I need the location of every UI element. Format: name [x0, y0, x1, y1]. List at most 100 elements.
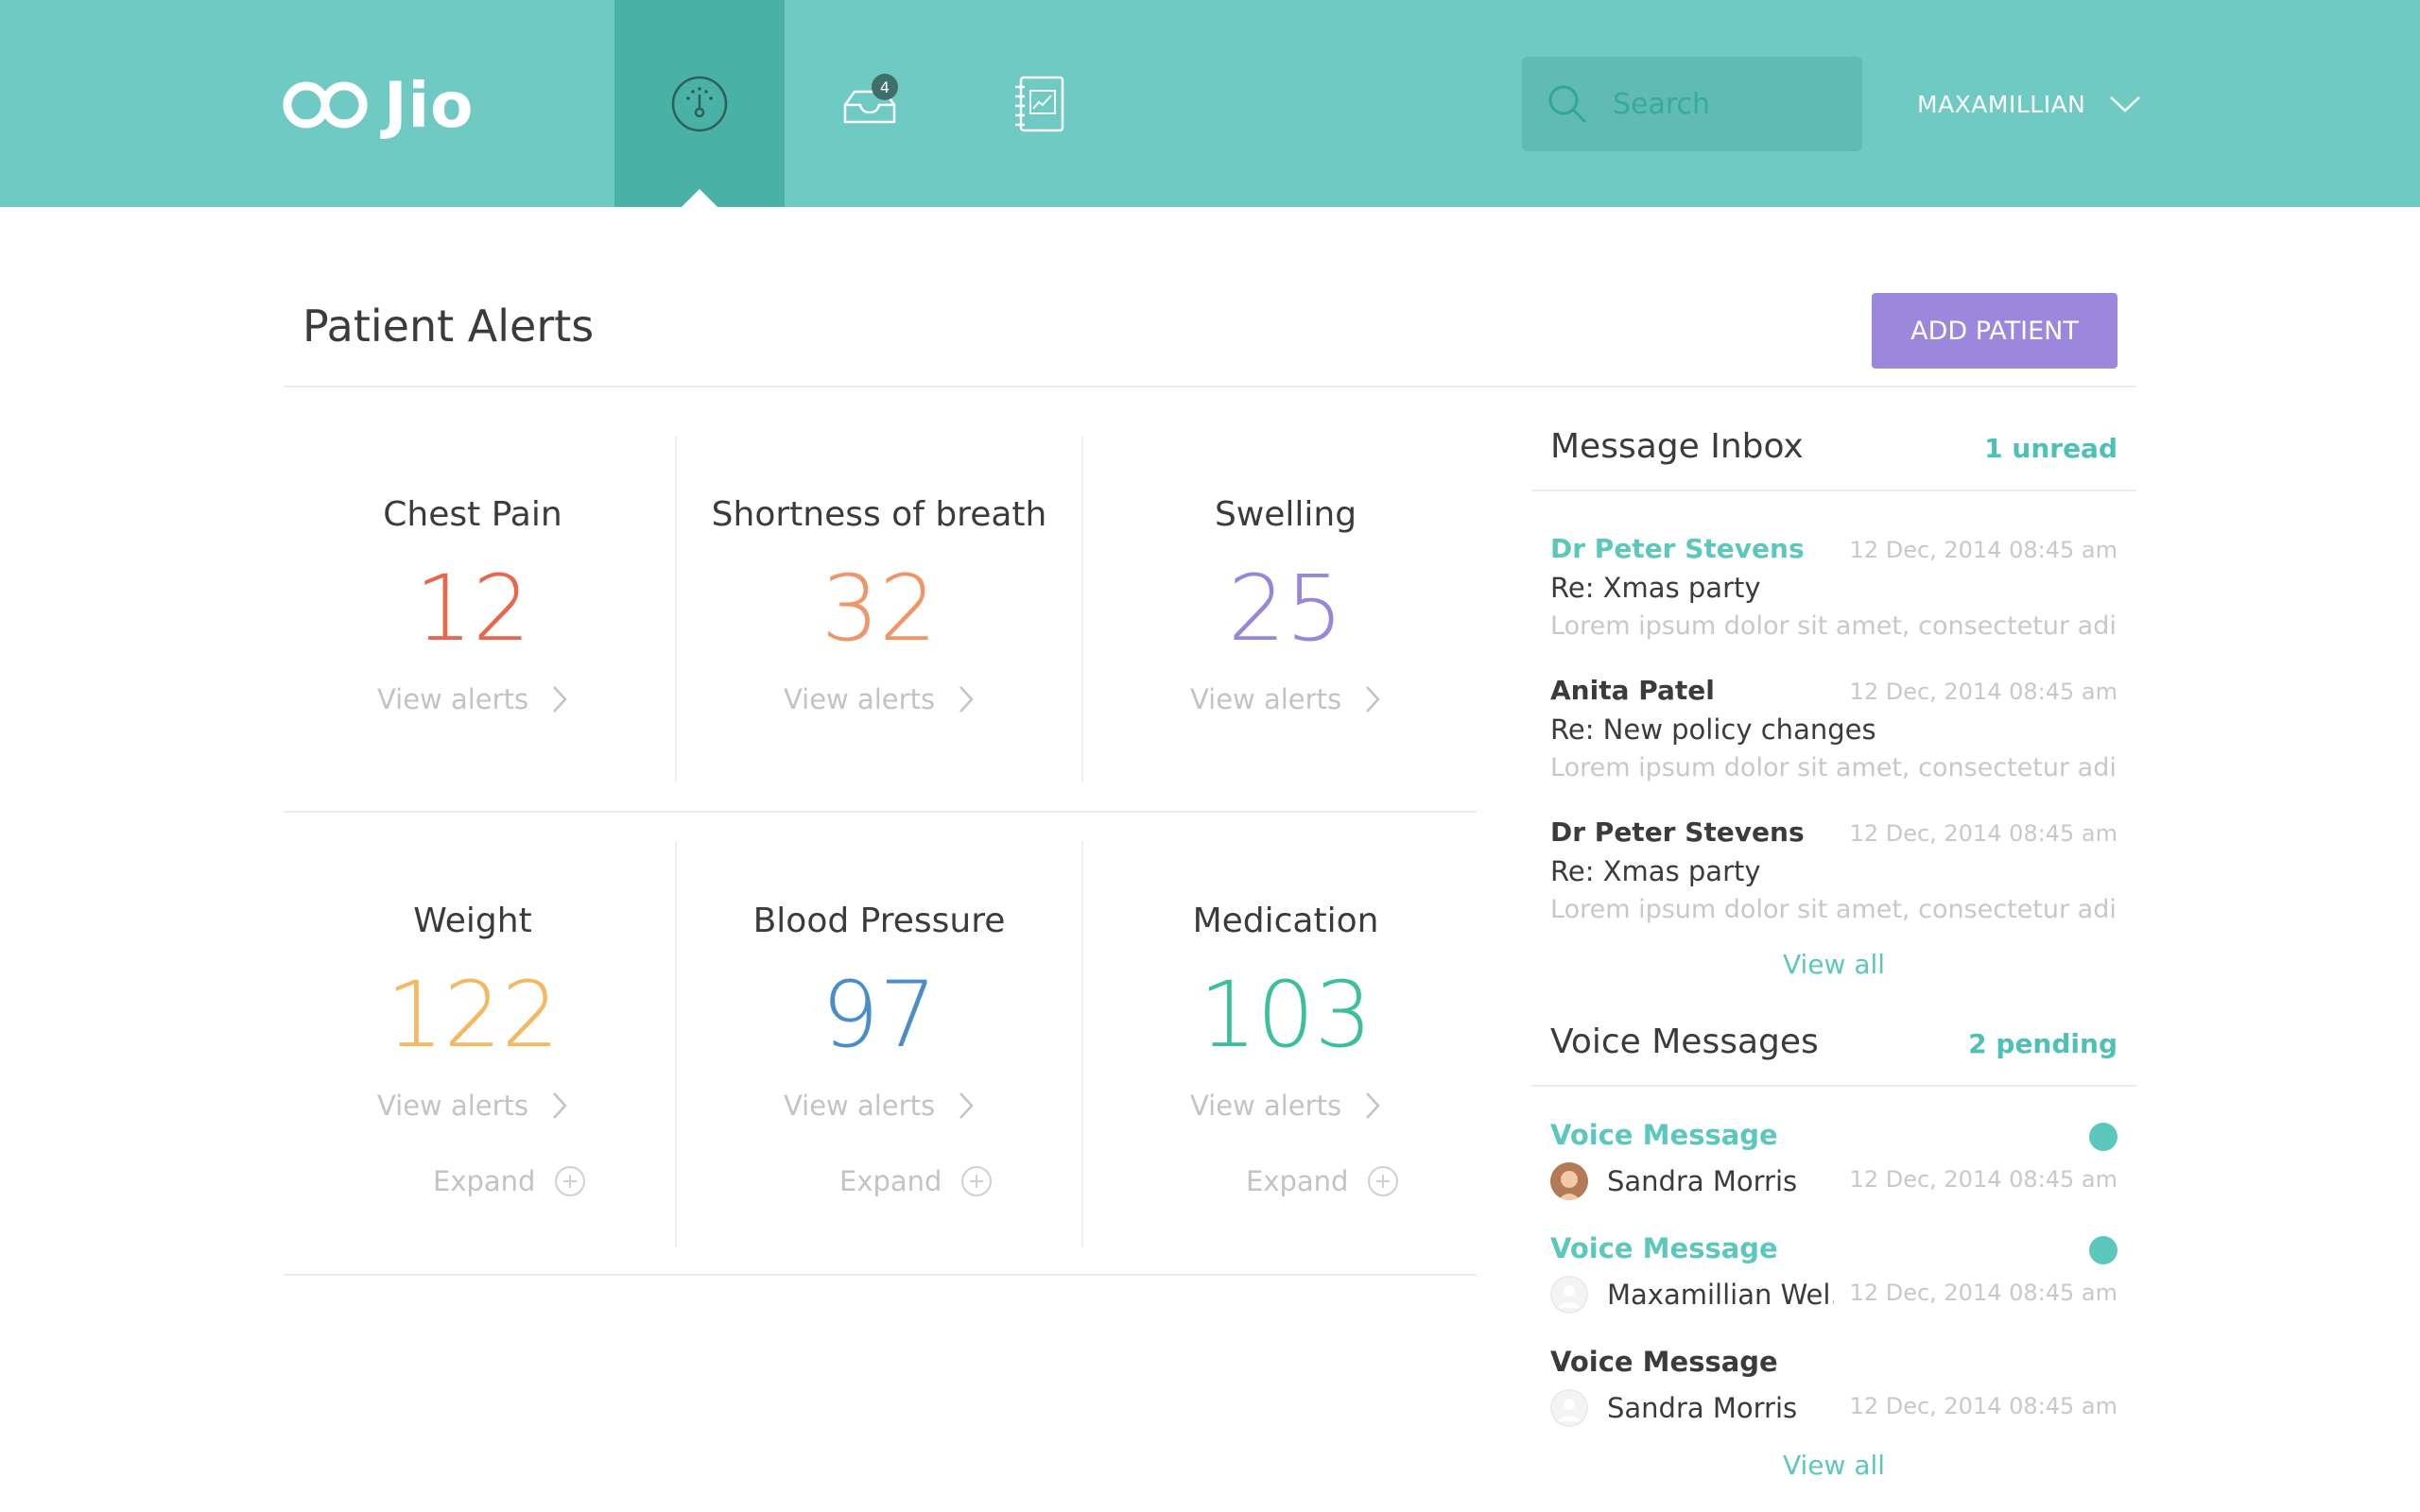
expand-button[interactable]: Expand [1246, 1160, 1399, 1202]
message-preview: Lorem ipsum dolor sit amet, consectetur … [1550, 753, 2118, 782]
search-icon [1548, 85, 1587, 124]
plus-circle-icon [555, 1166, 586, 1196]
view-alerts-link[interactable]: View alerts [676, 1085, 1082, 1126]
view-alerts-label: View alerts [783, 683, 936, 715]
nav-dashboard[interactable] [614, 0, 785, 208]
alert-card-weight: Weight 122 View alerts [269, 898, 676, 1126]
page-title: Patient Alerts [302, 301, 595, 352]
avatar-placeholder-icon [1550, 1389, 1588, 1427]
plus-circle-icon [1368, 1166, 1399, 1196]
top-navigation-bar: Jio 4 Search MAXAMILLIAN [0, 0, 2420, 208]
voice-message-item[interactable]: Voice Message Sandra Morris 12 Dec, 2014… [1550, 1346, 2118, 1440]
alert-card-shortness-of-breath: Shortness of breath 32 View alerts [676, 491, 1082, 720]
expand-label: Expand [433, 1165, 536, 1197]
unread-dot [2089, 1123, 2118, 1151]
inbox-count-badge: 4 [872, 74, 898, 100]
message-item[interactable]: Dr Peter Stevens 12 Dec, 2014 08:45 am R… [1550, 816, 2118, 924]
alert-title: Chest Pain [383, 495, 562, 534]
chevron-right-icon [553, 686, 567, 713]
message-subject: Re: Xmas party [1550, 572, 1761, 604]
message-subject: Re: Xmas party [1550, 855, 1761, 887]
voice-view-all-link[interactable]: View all [1550, 1450, 2118, 1481]
logo-text: Jio [384, 68, 475, 142]
view-alerts-link[interactable]: View alerts [269, 679, 676, 720]
message-date: 12 Dec, 2014 08:45 am [1849, 820, 2118, 847]
view-alerts-link[interactable]: View alerts [676, 679, 1082, 720]
grid-row-divider [284, 811, 1477, 813]
chevron-right-icon [959, 686, 974, 713]
alert-count: 12 [414, 556, 531, 662]
unread-dot [2089, 1236, 2118, 1264]
alert-count: 97 [821, 962, 938, 1068]
report-book-icon [1015, 76, 1064, 131]
nav-inbox[interactable]: 4 [785, 0, 955, 207]
voice-divider [1531, 1085, 2136, 1087]
expand-label: Expand [839, 1165, 942, 1197]
chevron-down-icon [2110, 96, 2141, 112]
voice-message-title: Voice Message [1550, 1346, 1778, 1378]
alert-title: Weight [413, 902, 532, 940]
alert-card-blood-pressure: Blood Pressure 97 View alerts [676, 898, 1082, 1126]
alert-count: 103 [1199, 962, 1373, 1068]
voice-title: Voice Messages [1550, 1022, 1819, 1061]
gauge-icon [671, 76, 728, 131]
view-alerts-label: View alerts [1189, 683, 1342, 715]
inbox-unread-count: 1 unread [1984, 433, 2118, 464]
alert-title: Medication [1192, 902, 1379, 940]
alert-title: Blood Pressure [752, 902, 1006, 940]
search-input[interactable] [1613, 87, 1830, 121]
inbox-view-all-link[interactable]: View all [1550, 949, 2118, 980]
voice-message-title: Voice Message [1550, 1232, 1778, 1264]
active-nav-indicator [681, 189, 718, 208]
alert-card-swelling: Swelling 25 View alerts [1082, 491, 1489, 720]
logo[interactable]: Jio [282, 68, 475, 142]
view-alerts-label: View alerts [783, 1090, 936, 1122]
voice-message-date: 12 Dec, 2014 08:45 am [1849, 1166, 2118, 1193]
alert-count: 32 [821, 556, 938, 662]
avatar [1550, 1162, 1588, 1200]
view-alerts-link[interactable]: View alerts [269, 1085, 676, 1126]
voice-message-date: 12 Dec, 2014 08:45 am [1849, 1280, 2118, 1306]
view-alerts-link[interactable]: View alerts [1082, 1085, 1489, 1126]
voice-pending-count: 2 pending [1968, 1028, 2118, 1059]
inbox-title: Message Inbox [1550, 427, 1804, 466]
voice-message-sender: Sandra Morris [1607, 1165, 1798, 1197]
nav-reports[interactable] [955, 0, 1125, 207]
grid-bottom-divider [284, 1274, 1477, 1276]
chevron-right-icon [1366, 1092, 1380, 1119]
title-divider [284, 386, 2136, 387]
alert-count: 122 [386, 962, 560, 1068]
expand-button[interactable]: Expand [839, 1160, 993, 1202]
plus-circle-icon [961, 1166, 993, 1196]
chevron-right-icon [959, 1092, 974, 1119]
alert-count: 25 [1227, 556, 1344, 662]
message-preview: Lorem ipsum dolor sit amet, consectetur … [1550, 895, 2118, 924]
inbox-divider [1531, 490, 2136, 491]
voice-message-item[interactable]: Voice Message Sandra Morris 12 Dec, 2014… [1550, 1119, 2118, 1213]
add-patient-button[interactable]: ADD PATIENT [1872, 293, 2118, 369]
message-item[interactable]: Anita Patel 12 Dec, 2014 08:45 am Re: Ne… [1550, 675, 2118, 782]
voice-message-date: 12 Dec, 2014 08:45 am [1849, 1393, 2118, 1419]
view-alerts-label: View alerts [376, 1090, 529, 1122]
view-alerts-label: View alerts [376, 683, 529, 715]
user-name: MAXAMILLIAN [1917, 90, 2086, 118]
infinity-logo-icon [283, 81, 368, 129]
view-alerts-link[interactable]: View alerts [1082, 679, 1489, 720]
voice-message-sender: Sandra Morris [1607, 1392, 1798, 1424]
voice-message-sender: Maxamillian Wel... [1607, 1279, 1834, 1311]
alert-title: Swelling [1214, 495, 1357, 534]
expand-button[interactable]: Expand [433, 1160, 586, 1202]
search-box[interactable] [1522, 57, 1862, 151]
chevron-right-icon [1366, 686, 1380, 713]
message-date: 12 Dec, 2014 08:45 am [1849, 537, 2118, 563]
avatar-placeholder-icon [1550, 1276, 1588, 1314]
message-subject: Re: New policy changes [1550, 713, 1876, 746]
alert-title: Shortness of breath [711, 495, 1047, 534]
alert-card-chest-pain: Chest Pain 12 View alerts [269, 491, 676, 720]
voice-message-item[interactable]: Voice Message Maxamillian Wel... 12 Dec,… [1550, 1232, 2118, 1327]
message-preview: Lorem ipsum dolor sit amet, consectetur … [1550, 611, 2118, 641]
user-menu[interactable]: MAXAMILLIAN [1917, 85, 2142, 123]
expand-label: Expand [1246, 1165, 1349, 1197]
chevron-right-icon [553, 1092, 567, 1119]
message-item[interactable]: Dr Peter Stevens 12 Dec, 2014 08:45 am R… [1550, 533, 2118, 641]
